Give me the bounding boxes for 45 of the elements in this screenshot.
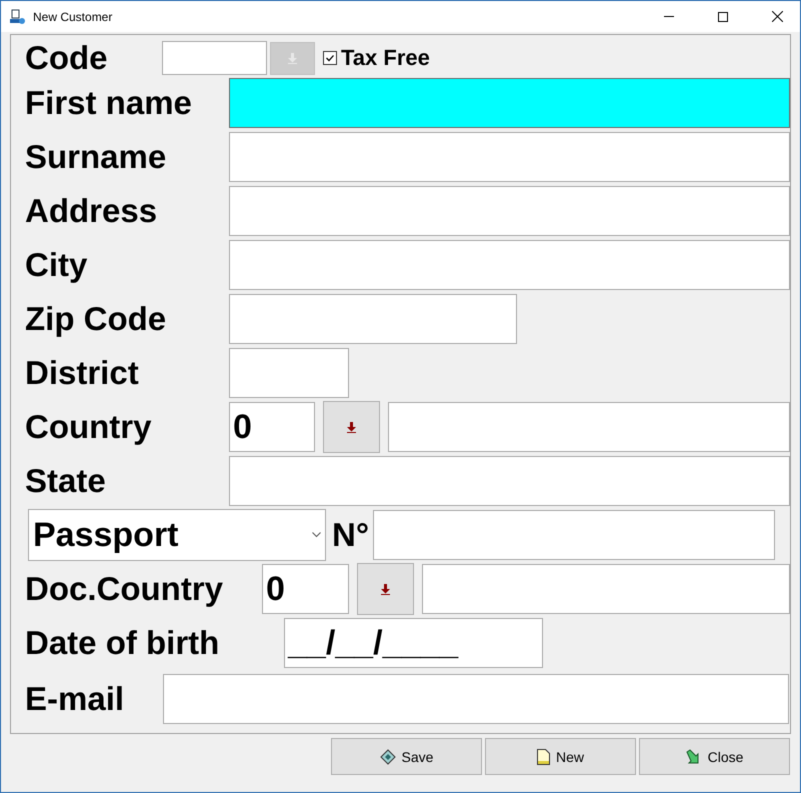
code-field[interactable]: 0	[229, 402, 315, 452]
field-label: Address	[25, 192, 158, 230]
document-type-dropdown[interactable]: Passport	[28, 509, 326, 561]
close-button[interactable]: Close	[639, 738, 790, 775]
field-label: First name	[25, 84, 193, 122]
field-label: Surname	[25, 138, 168, 176]
down-arrow-icon	[347, 422, 356, 432]
code-field[interactable]	[162, 41, 267, 75]
lookup-button[interactable]	[357, 563, 414, 615]
input-field[interactable]	[373, 510, 776, 560]
down-arrow-icon	[381, 584, 390, 594]
checkbox-label: Tax Free	[341, 45, 430, 71]
checkbox[interactable]	[323, 51, 337, 65]
save-button[interactable]: Save	[331, 738, 482, 775]
close-icon[interactable]	[772, 11, 782, 22]
number-label: N°	[332, 516, 370, 554]
field-label: Code	[25, 39, 108, 77]
maximize-icon[interactable]	[718, 12, 728, 22]
input-field[interactable]	[229, 456, 790, 506]
field-label: Country	[25, 408, 152, 446]
document-icon	[536, 748, 550, 764]
chevron-down-icon	[312, 532, 321, 538]
name-field[interactable]	[388, 402, 790, 452]
down-arrow-icon	[288, 52, 297, 64]
code-field[interactable]: 0	[262, 564, 349, 614]
email-field[interactable]	[163, 674, 789, 724]
input-field[interactable]	[229, 294, 517, 344]
field-label: State	[25, 462, 107, 500]
input-field[interactable]	[229, 240, 790, 290]
input-field[interactable]	[229, 186, 790, 236]
new-button[interactable]: New	[485, 738, 636, 775]
window-title: New Customer	[33, 10, 114, 24]
field-label: Date of birth	[25, 624, 220, 662]
field-label: District	[25, 354, 140, 392]
input-field[interactable]	[229, 132, 790, 182]
field-label: City	[25, 246, 88, 284]
input-field[interactable]	[229, 348, 349, 398]
lookup-button[interactable]	[323, 401, 380, 453]
field-label: Doc.Country	[25, 570, 224, 608]
app-icon	[9, 8, 25, 24]
input-field[interactable]	[229, 78, 790, 128]
date-field[interactable]: __/__/____	[284, 618, 543, 668]
field-label: E-mail	[25, 680, 126, 718]
field-label: Zip Code	[25, 300, 168, 338]
name-field[interactable]	[422, 564, 790, 614]
